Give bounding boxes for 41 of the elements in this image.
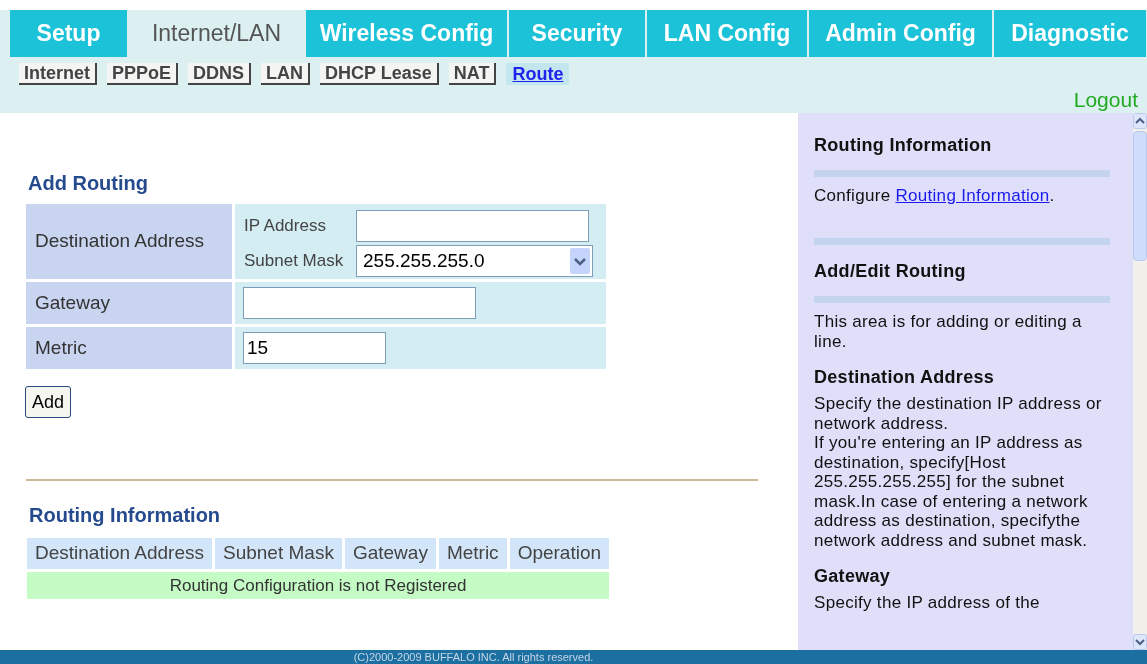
- help-text: Configure Routing Information.: [814, 186, 1056, 206]
- sub-tab[interactable]: Route: [506, 63, 570, 86]
- field-label: IP Address: [244, 215, 327, 238]
- help-heading: Gateway: [814, 565, 892, 588]
- column-header: Operation: [509, 538, 610, 569]
- scroll-down-icon[interactable]: [1133, 634, 1147, 650]
- field-label: Subnet Mask: [244, 250, 345, 273]
- help-link[interactable]: Routing Information: [895, 186, 1050, 205]
- scroll-up-icon[interactable]: [1133, 113, 1147, 129]
- help-text: This area is for adding or editing a line.: [814, 312, 1083, 351]
- form-label: Destination Address: [26, 204, 232, 279]
- scrollbar[interactable]: [1133, 113, 1147, 650]
- copyright-text: (C)2000-2009 BUFFALO INC. All rights reserved.: [353, 650, 594, 664]
- column-header: Metric: [438, 538, 507, 569]
- help-heading: Add/Edit Routing: [814, 260, 967, 283]
- sub-tab[interactable]: NAT: [448, 63, 497, 86]
- add-button[interactable]: Add: [25, 386, 72, 418]
- sub-tab[interactable]: Internet: [19, 63, 97, 86]
- sub-tab[interactable]: DDNS: [188, 63, 252, 86]
- form-label: Metric: [26, 327, 232, 369]
- input-field[interactable]: [356, 210, 589, 242]
- column-header: Subnet Mask: [215, 538, 342, 569]
- sub-tab[interactable]: DHCP Lease: [320, 63, 439, 86]
- sub-tab[interactable]: LAN: [261, 63, 311, 86]
- section-heading: Routing Information: [29, 503, 222, 528]
- help-text: Specify the destination IP address or network address.: [814, 394, 1103, 433]
- sub-tab[interactable]: PPPoE: [107, 63, 179, 86]
- scroll-thumb[interactable]: [1133, 131, 1147, 261]
- select-value: 255.255.255.0: [363, 248, 485, 273]
- help-heading: Routing Information: [814, 134, 993, 157]
- section-heading: Add Routing: [27, 171, 149, 196]
- input-field[interactable]: 15: [243, 332, 386, 364]
- help-text: Specify the IP address of the: [814, 593, 1041, 613]
- help-text: If you're entering an IP address as destination, specify[Host 255.255.255.255] for the subnet mask.In case of entering a network address as destination, specifythe network address and subnet mask.: [814, 433, 1089, 550]
- help-heading: Destination Address: [814, 366, 996, 389]
- column-header: Gateway: [344, 538, 436, 569]
- input-field[interactable]: [243, 287, 476, 319]
- form-label: Gateway: [26, 282, 232, 324]
- select-field[interactable]: 255.255.255.0: [356, 245, 593, 277]
- empty-message: Routing Configuration is not Registered: [27, 572, 610, 599]
- column-header: Destination Address: [27, 538, 212, 569]
